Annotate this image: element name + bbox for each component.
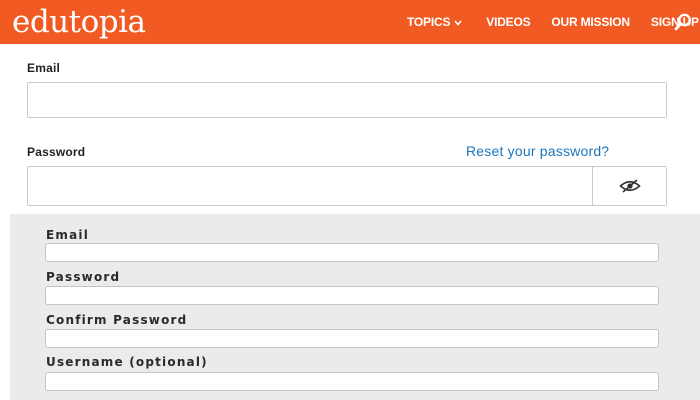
login-password-field: [27, 166, 667, 206]
toggle-password-visibility-button[interactable]: [592, 167, 666, 205]
signup-email-input[interactable]: [45, 243, 659, 262]
main-nav: TOPICS VIDEOS OUR MISSION SIGN UP: [407, 0, 699, 44]
chevron-down-icon: [454, 15, 462, 29]
login-email-input[interactable]: [27, 82, 667, 118]
search-icon: [674, 13, 691, 31]
signup-username-label: Username (optional): [46, 355, 208, 369]
login-password-input[interactable]: [28, 167, 592, 205]
signup-email-label: Email: [46, 228, 90, 242]
login-email-label: Email: [27, 61, 61, 75]
nav-our-mission[interactable]: OUR MISSION: [551, 15, 630, 29]
login-password-label: Password: [27, 145, 86, 159]
signup-password-input[interactable]: [45, 286, 659, 305]
eye-slash-icon: [618, 179, 641, 193]
nav-videos[interactable]: VIDEOS: [486, 15, 530, 29]
reset-password-link[interactable]: Reset your password?: [466, 143, 609, 159]
signup-username-input[interactable]: [45, 372, 659, 391]
edutopia-logo[interactable]: edutopia: [12, 4, 146, 40]
nav-topics[interactable]: TOPICS: [407, 15, 462, 29]
search-button[interactable]: [673, 12, 693, 32]
signup-password-label: Password: [46, 270, 121, 284]
signup-confirm-password-label: Confirm Password: [46, 313, 188, 327]
signup-confirm-password-input[interactable]: [45, 329, 659, 348]
nav-topics-label: TOPICS: [407, 15, 451, 29]
site-header: edutopia TOPICS VIDEOS OUR MISSION SIGN …: [0, 0, 700, 44]
